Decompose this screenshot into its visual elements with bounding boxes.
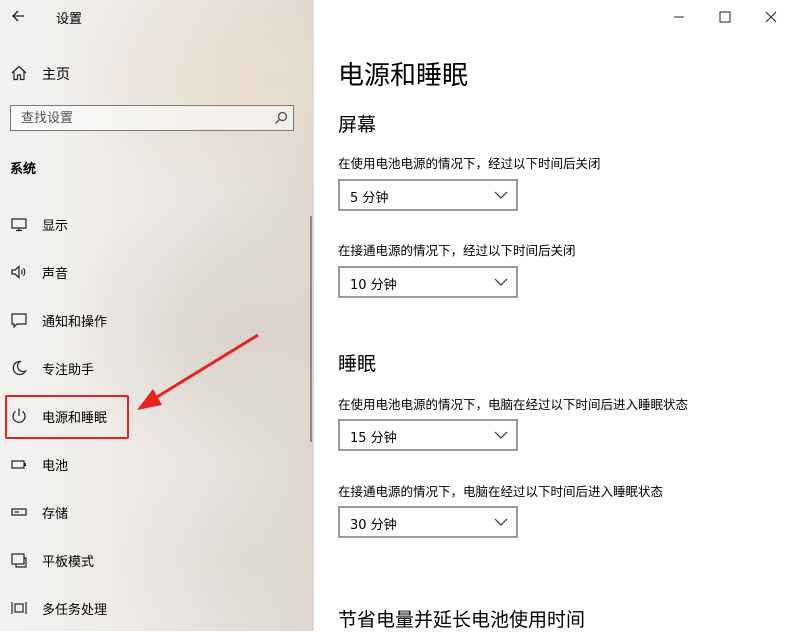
app-title: 设置 — [56, 12, 83, 27]
sidebar-scrollbar[interactable] — [310, 216, 312, 442]
sidebar-item-battery[interactable]: 电池 — [8, 449, 298, 479]
speaker-icon — [11, 265, 26, 279]
home-label: 主页 — [42, 67, 70, 83]
section-heading-sleep: 睡眠 — [338, 353, 377, 375]
sidebar-item-label: 电池 — [42, 459, 69, 474]
notification-icon — [11, 313, 27, 329]
sidebar-item-multitasking[interactable]: 多任务处理 — [8, 593, 298, 623]
section-heading-screen: 屏幕 — [338, 114, 377, 136]
sidebar: 设置 主页 系统 显示 声音 通知和操作 — [0, 0, 314, 631]
sidebar-item-label: 通知和操作 — [42, 315, 108, 330]
chevron-down-icon — [494, 431, 508, 439]
screen-plugged-label: 在接通电源的情况下，经过以下时间后关闭 — [338, 243, 576, 258]
sidebar-item-focus-assist[interactable]: 专注助手 — [8, 353, 298, 383]
sidebar-item-label: 多任务处理 — [42, 603, 108, 618]
sidebar-item-home[interactable]: 主页 — [8, 60, 298, 86]
tablet-icon — [11, 553, 27, 568]
sidebar-item-label: 存储 — [42, 507, 69, 522]
annotation-highlight-box — [5, 395, 129, 439]
section-heading-battery-saver: 节省电量并延长电池使用时间 — [338, 609, 586, 631]
section-title-system: 系统 — [10, 162, 37, 177]
dropdown-value: 10 分钟 — [350, 278, 397, 293]
sidebar-item-storage[interactable]: 存储 — [8, 497, 298, 527]
sidebar-item-notifications[interactable]: 通知和操作 — [8, 305, 298, 335]
dropdown-value: 30 分钟 — [350, 518, 397, 533]
maximize-icon[interactable] — [710, 4, 740, 30]
sidebar-item-display[interactable]: 显示 — [8, 209, 298, 239]
sidebar-item-label: 显示 — [42, 219, 69, 234]
chevron-down-icon — [494, 191, 508, 199]
dropdown-value: 5 分钟 — [350, 191, 389, 206]
dropdown-value: 15 分钟 — [350, 431, 397, 446]
sleep-battery-dropdown[interactable]: 15 分钟 — [338, 419, 518, 451]
moon-icon — [12, 360, 27, 376]
title-bar: 设置 — [0, 0, 314, 32]
home-icon — [11, 65, 27, 81]
chevron-down-icon — [494, 278, 508, 286]
multitask-icon — [11, 602, 27, 614]
content-pane: 电源和睡眠 屏幕 在使用电池电源的情况下，经过以下时间后关闭 5 分钟 在接通电… — [314, 0, 790, 631]
sidebar-item-label: 平板模式 — [42, 555, 95, 570]
sidebar-item-sound[interactable]: 声音 — [8, 257, 298, 287]
sleep-plugged-dropdown[interactable]: 30 分钟 — [338, 506, 518, 538]
sidebar-item-tablet-mode[interactable]: 平板模式 — [8, 545, 298, 575]
search-box[interactable] — [10, 105, 294, 131]
screen-battery-dropdown[interactable]: 5 分钟 — [338, 179, 518, 211]
sleep-battery-label: 在使用电池电源的情况下，电脑在经过以下时间后进入睡眠状态 — [338, 397, 689, 412]
storage-icon — [11, 508, 27, 516]
page-title: 电源和睡眠 — [338, 61, 469, 91]
chevron-down-icon — [494, 518, 508, 526]
minimize-icon[interactable] — [664, 4, 694, 30]
screen-battery-label: 在使用电池电源的情况下，经过以下时间后关闭 — [338, 156, 601, 171]
sleep-plugged-label: 在接通电源的情况下，电脑在经过以下时间后进入睡眠状态 — [338, 484, 664, 499]
search-icon[interactable] — [273, 110, 289, 126]
search-input[interactable] — [21, 109, 261, 127]
battery-icon — [11, 460, 26, 469]
close-icon[interactable] — [756, 4, 786, 30]
sidebar-item-label: 专注助手 — [42, 363, 95, 378]
back-arrow-icon[interactable] — [8, 5, 30, 27]
monitor-icon — [11, 218, 27, 232]
screen-plugged-dropdown[interactable]: 10 分钟 — [338, 266, 518, 298]
sidebar-item-label: 声音 — [42, 267, 69, 282]
